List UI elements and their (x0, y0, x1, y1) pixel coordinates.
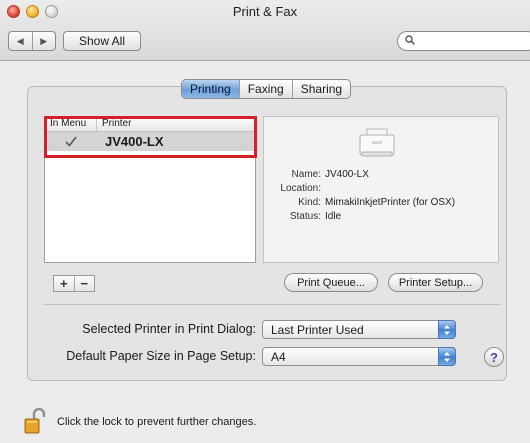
lock-icon[interactable] (24, 408, 46, 434)
tab-sharing[interactable]: Sharing (293, 80, 350, 98)
add-remove-control: + − (53, 275, 95, 292)
popup-arrows-icon (438, 320, 456, 339)
paper-size-value: A4 (271, 349, 286, 364)
search-field[interactable] (397, 31, 530, 51)
printer-name-value: JV400-LX (325, 169, 369, 180)
selection-highlight-box (44, 116, 257, 158)
printer-setup-button[interactable]: Printer Setup... (388, 273, 483, 292)
printer-kind-value: MimakiInkjetPrinter (for OSX) (325, 197, 456, 208)
selected-printer-value: Last Printer Used (271, 322, 364, 337)
window-title: Print & Fax (232, 4, 298, 19)
selected-printer-label: Selected Printer in Print Dialog: (82, 322, 256, 336)
printer-status-value: Idle (325, 211, 342, 222)
printer-name-row: Name: JV400-LX (291, 169, 369, 180)
back-arrow-icon[interactable]: ◀ (9, 32, 33, 50)
lock-message: Click the lock to prevent further change… (57, 416, 257, 428)
forward-arrow-icon[interactable]: ▶ (33, 32, 56, 50)
popup-arrows-icon (438, 347, 456, 366)
selected-printer-popup[interactable]: Last Printer Used (262, 320, 456, 339)
tab-faxing[interactable]: Faxing (240, 80, 293, 98)
show-all-button[interactable]: Show All (63, 31, 141, 51)
paper-size-popup[interactable]: A4 (262, 347, 456, 366)
back-forward-control: ◀ ▶ (8, 31, 56, 51)
remove-printer-button[interactable]: − (75, 276, 95, 291)
printer-icon (359, 128, 395, 157)
paper-size-label: Default Paper Size in Page Setup: (66, 349, 256, 363)
printer-location-row: Location: (280, 183, 321, 194)
search-icon (405, 35, 415, 45)
printer-status-row: Status: Idle (289, 211, 342, 222)
add-printer-button[interactable]: + (54, 276, 75, 291)
print-queue-button[interactable]: Print Queue... (284, 273, 378, 292)
printer-kind-row: Kind: MimakiInkjetPrinter (for OSX) (298, 197, 456, 208)
help-button[interactable]: ? (484, 347, 504, 367)
tab-printing[interactable]: Printing (182, 80, 240, 98)
section-divider (44, 304, 500, 305)
tab-bar: Printing Faxing Sharing (181, 79, 352, 99)
